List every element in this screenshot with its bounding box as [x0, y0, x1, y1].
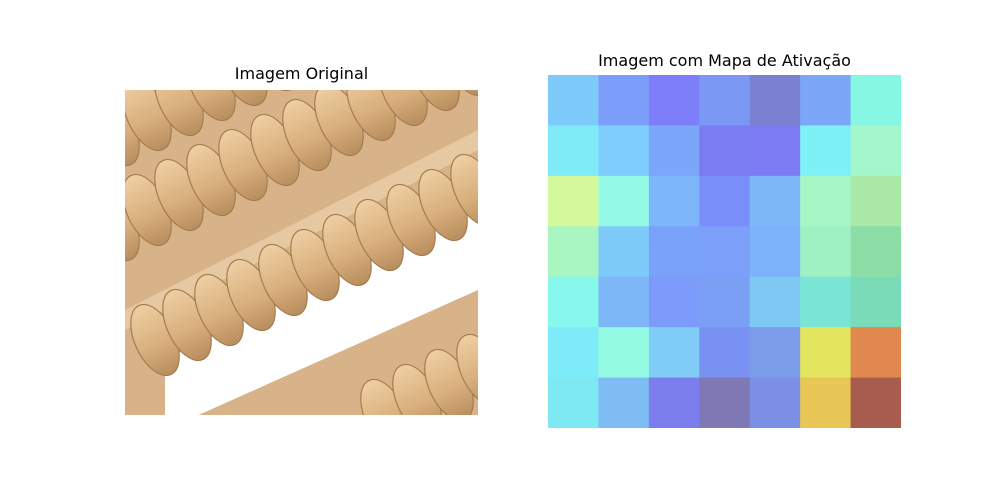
heatmap-cell	[548, 276, 599, 328]
heatmap-cell	[598, 175, 650, 227]
heatmap-cell	[800, 125, 852, 177]
heatmap-cell	[648, 276, 700, 328]
heatmap-cell	[598, 327, 650, 379]
heatmap-cell	[548, 125, 599, 177]
heatmap-cell	[749, 226, 801, 278]
heatmap-cell	[800, 276, 852, 328]
heatmap-cell	[800, 327, 852, 379]
heatmap-cell	[699, 125, 751, 177]
heatmap-cell	[850, 226, 901, 278]
heatmap-cell	[598, 75, 650, 126]
heatmap-cell	[699, 377, 751, 428]
heatmap-cell	[800, 226, 852, 278]
heatmap-cell	[548, 175, 599, 227]
heatmap-cell	[699, 75, 751, 126]
heatmap-cell	[699, 276, 751, 328]
heatmap-cell	[749, 377, 801, 428]
heatmap-cell	[548, 75, 599, 126]
heatmap-cell	[548, 327, 599, 379]
heatmap-cell	[699, 327, 751, 379]
heatmap-title: Imagem com Mapa de Ativação	[598, 51, 851, 70]
heatmap-cell	[598, 276, 650, 328]
heatmap-cell	[648, 377, 700, 428]
heatmap-cell	[749, 75, 801, 126]
heatmap-cell	[648, 175, 700, 227]
heatmap-cell	[598, 226, 650, 278]
heatmap-cell	[850, 75, 901, 126]
heatmap-cell	[850, 125, 901, 177]
heatmap-cell	[800, 377, 852, 428]
heatmap-cell	[850, 276, 901, 328]
heatmap-cell	[598, 125, 650, 177]
heatmap-cell	[648, 75, 700, 126]
heatmap-cell	[850, 327, 901, 379]
original-image-title: Imagem Original	[234, 64, 369, 83]
heatmap-cell	[749, 125, 801, 177]
activation-heatmap	[548, 75, 901, 428]
heatmap-cell	[800, 75, 852, 126]
heatmap-cell	[850, 377, 901, 428]
original-image	[125, 90, 478, 415]
heatmap-cell	[800, 175, 852, 227]
heatmap-cell	[699, 226, 751, 278]
heatmap-cell	[648, 226, 700, 278]
heatmap-cell	[850, 175, 901, 227]
heatmap-cell	[699, 175, 751, 227]
heatmap-cell	[749, 175, 801, 227]
heatmap-cell	[548, 226, 599, 278]
heatmap-cell	[749, 276, 801, 328]
heatmap-cell	[749, 327, 801, 379]
heatmap-cell	[548, 377, 599, 428]
heatmap-cell	[598, 377, 650, 428]
heatmap-cell	[648, 327, 700, 379]
heatmap-cell	[648, 125, 700, 177]
